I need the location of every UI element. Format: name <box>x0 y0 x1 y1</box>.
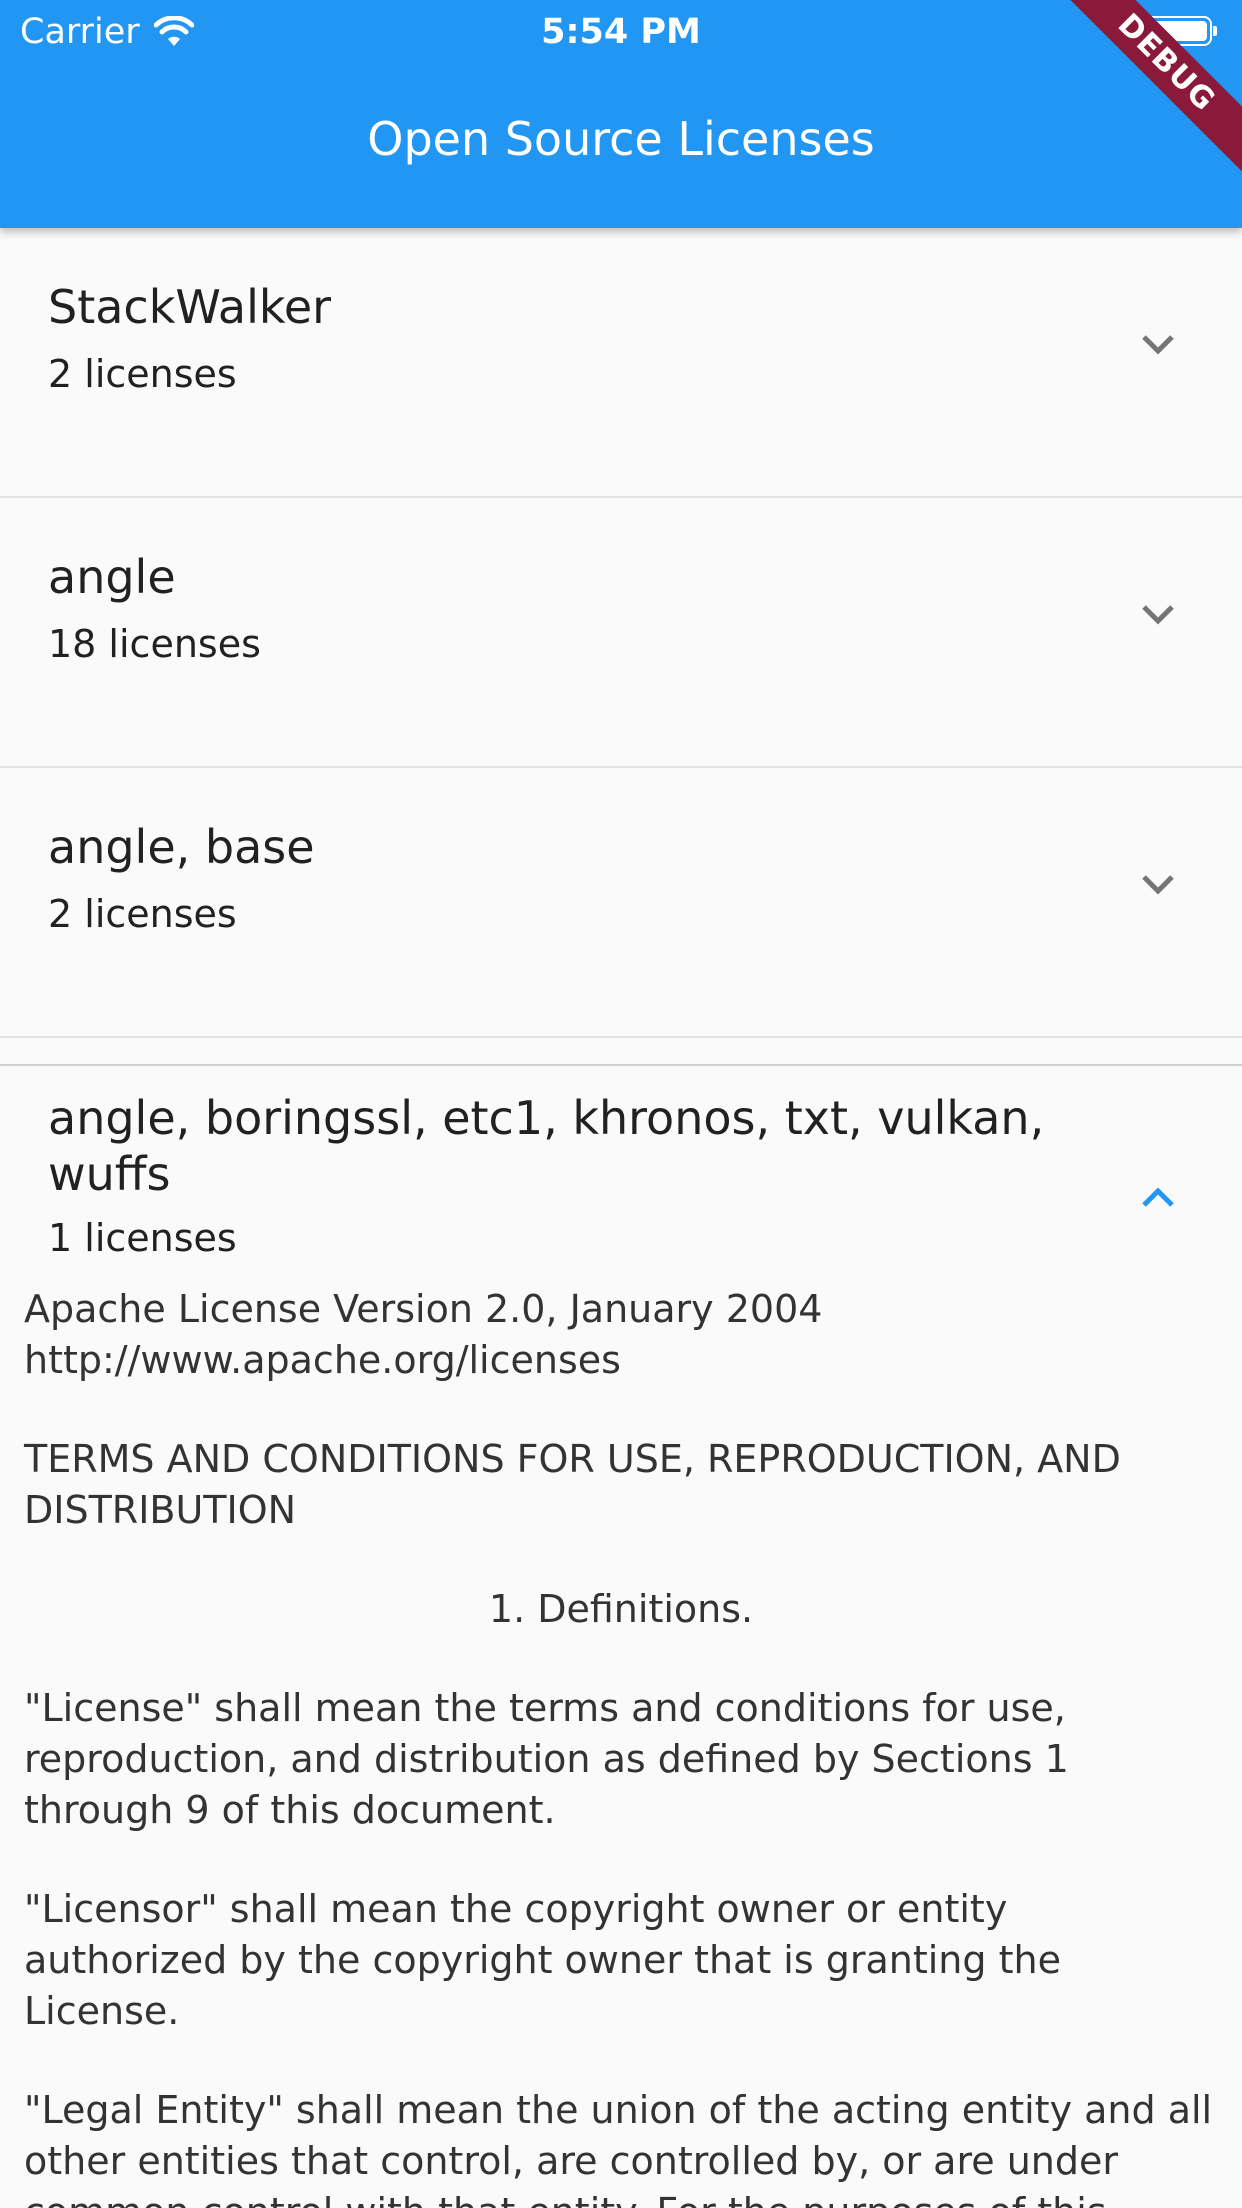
package-tile-expanded[interactable]: angle, boringssl, etc1, khronos, txt, vu… <box>0 1064 1242 2208</box>
package-license-count: 18 licenses <box>48 622 261 666</box>
package-license-count: 2 licenses <box>48 892 237 936</box>
package-name: angle <box>48 550 176 604</box>
package-tile-stackwalker[interactable]: StackWalker 2 licenses <box>0 228 1242 498</box>
package-name: angle, boringssl, etc1, khronos, txt, vu… <box>48 1091 1045 1201</box>
license-paragraph: Apache License Version 2.0, January 2004… <box>24 1287 823 1382</box>
license-section-heading: 1. Definitions. <box>488 1587 754 1631</box>
package-tile-angle-base[interactable]: angle, base 2 licenses <box>0 768 1242 1038</box>
license-paragraph: TERMS AND CONDITIONS FOR USE, REPRODUCTI… <box>24 1437 1121 1532</box>
license-list[interactable]: StackWalker 2 licenses angle 18 licenses… <box>0 228 1242 2208</box>
license-paragraph: "Licensor" shall mean the copyright owne… <box>24 1887 1061 2033</box>
package-name: angle, base <box>48 820 315 874</box>
license-text: Apache License Version 2.0, January 2004… <box>0 1284 1242 2208</box>
license-paragraph: "Legal Entity" shall mean the union of t… <box>24 2088 1213 2208</box>
status-bar: Carrier 5:54 PM <box>0 0 1242 64</box>
app-bar: Carrier 5:54 PM Open Source Licenses <box>0 0 1242 228</box>
page-title: Open Source Licenses <box>367 112 875 166</box>
status-time: 5:54 PM <box>541 12 701 52</box>
package-license-count: 2 licenses <box>48 352 237 396</box>
package-name: StackWalker <box>48 280 332 334</box>
battery-icon <box>1142 16 1217 46</box>
expanded-tile-header[interactable]: angle, boringssl, etc1, khronos, txt, vu… <box>0 1066 1242 1284</box>
chevron-down-icon[interactable] <box>1138 594 1178 634</box>
package-license-count: 1 licenses <box>48 1216 237 1260</box>
chevron-down-icon[interactable] <box>1138 864 1178 904</box>
chevron-down-icon[interactable] <box>1138 324 1178 364</box>
package-tile-angle[interactable]: angle 18 licenses <box>0 498 1242 768</box>
license-paragraph: "License" shall mean the terms and condi… <box>24 1686 1069 1832</box>
chevron-up-icon[interactable] <box>1138 1178 1178 1218</box>
